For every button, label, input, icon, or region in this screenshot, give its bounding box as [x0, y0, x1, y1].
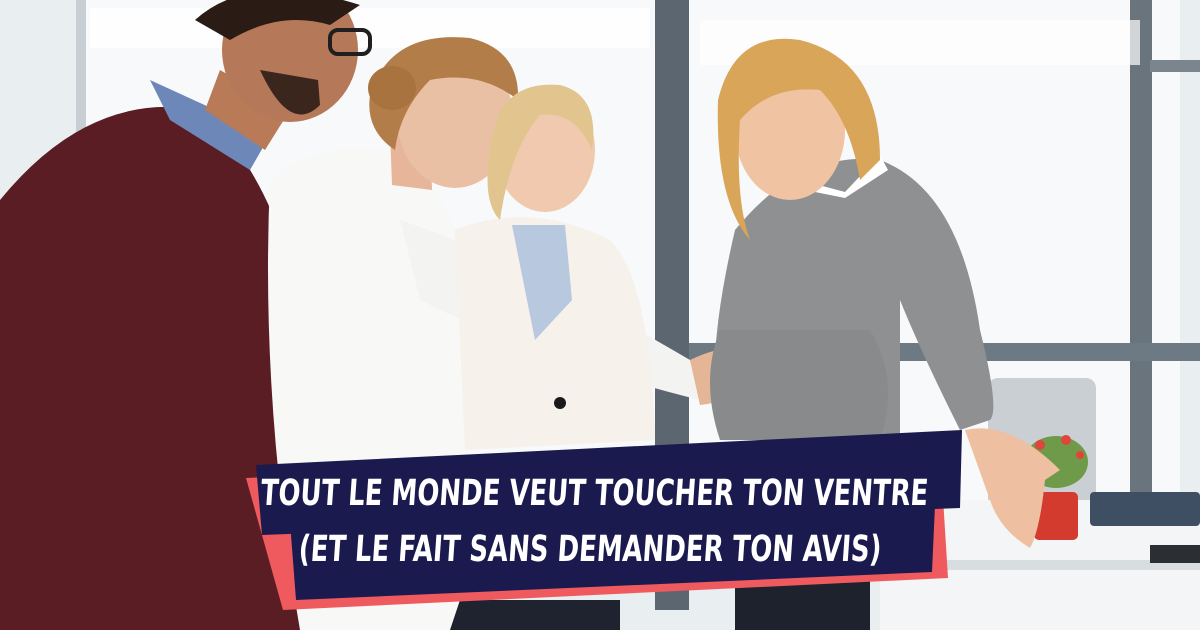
caption-line-2: (ET LE FAIT SANS DEMANDER TON AVIS) — [297, 529, 883, 570]
caption-line-1: TOUT LE MONDE VEUT TOUCHER TON VENTRE — [259, 473, 930, 514]
